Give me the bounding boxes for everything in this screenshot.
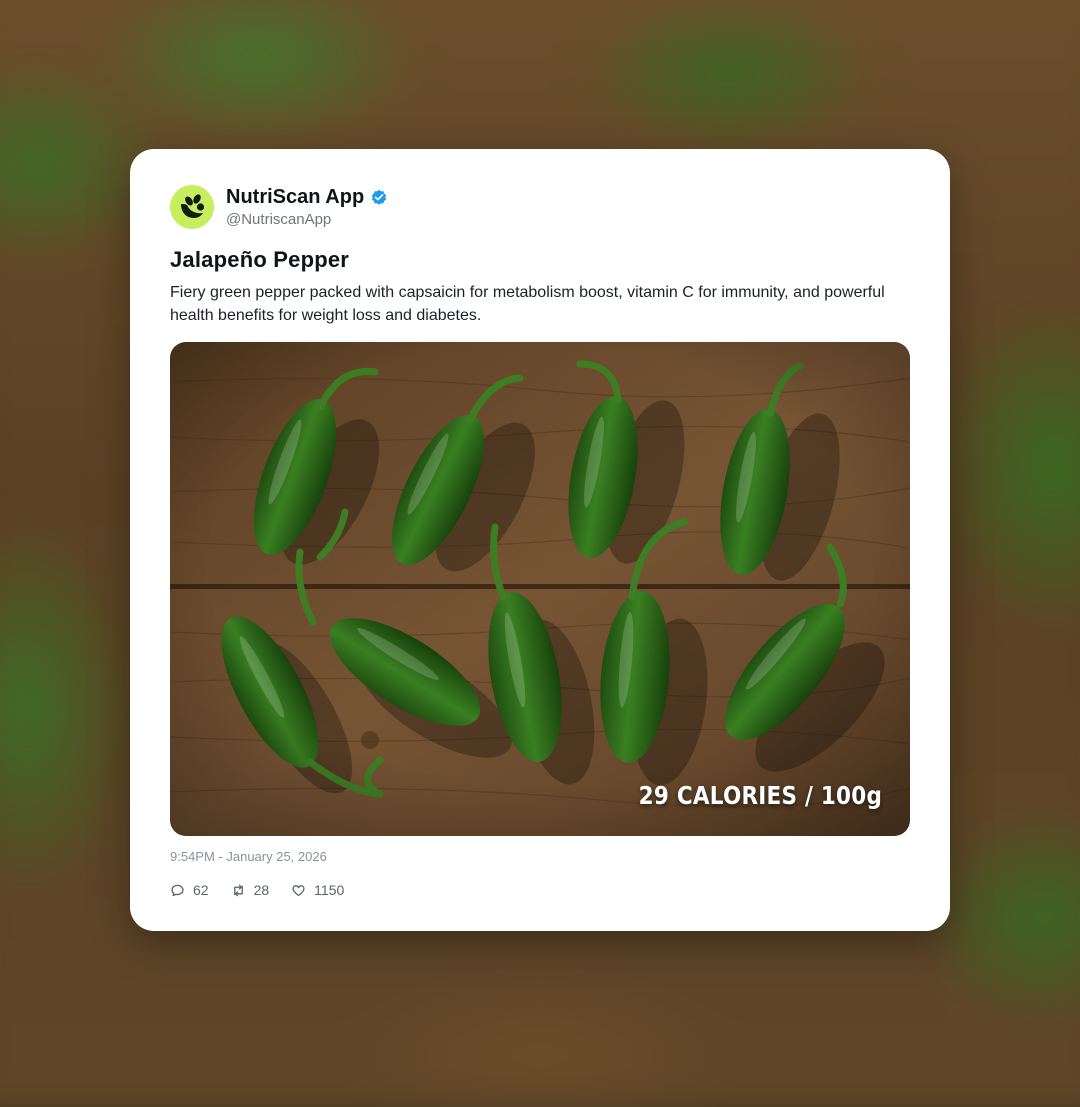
calories-overlay: 29 CALORIES / 100g bbox=[638, 781, 882, 810]
repost-arrows-icon bbox=[233, 884, 243, 896]
engagement-stats: 62 28 1150 bbox=[170, 880, 366, 900]
like-count: 1150 bbox=[314, 882, 345, 898]
reply-count: 62 bbox=[193, 882, 209, 898]
user-handle[interactable]: @NutriscanApp bbox=[226, 211, 331, 228]
post-image[interactable]: 29 CALORIES / 100g bbox=[170, 342, 910, 836]
jalapeno-photo bbox=[170, 342, 910, 836]
heart-icon bbox=[292, 884, 305, 896]
verified-badge-icon bbox=[372, 189, 387, 205]
nutriscan-logo-icon bbox=[170, 185, 214, 229]
display-name[interactable]: NutriScan App bbox=[226, 186, 364, 209]
like-button[interactable]: 1150 bbox=[291, 882, 344, 898]
author-name-row: NutriScan App bbox=[226, 185, 388, 209]
repost-button[interactable]: 28 bbox=[231, 882, 270, 898]
post-timestamp[interactable]: 9:54PM - January 25, 2026 bbox=[170, 849, 327, 864]
reply-button[interactable]: 62 bbox=[170, 882, 209, 898]
repost-count: 28 bbox=[253, 882, 270, 898]
post-title: Jalapeño Pepper bbox=[170, 247, 350, 272]
post-description: Fiery green pepper packed with capsaicin… bbox=[170, 284, 885, 324]
avatar[interactable] bbox=[170, 185, 214, 229]
speech-bubble-icon bbox=[171, 884, 184, 896]
post-card: NutriScan App @NutriscanApp Jalapeño Pep… bbox=[130, 149, 950, 931]
